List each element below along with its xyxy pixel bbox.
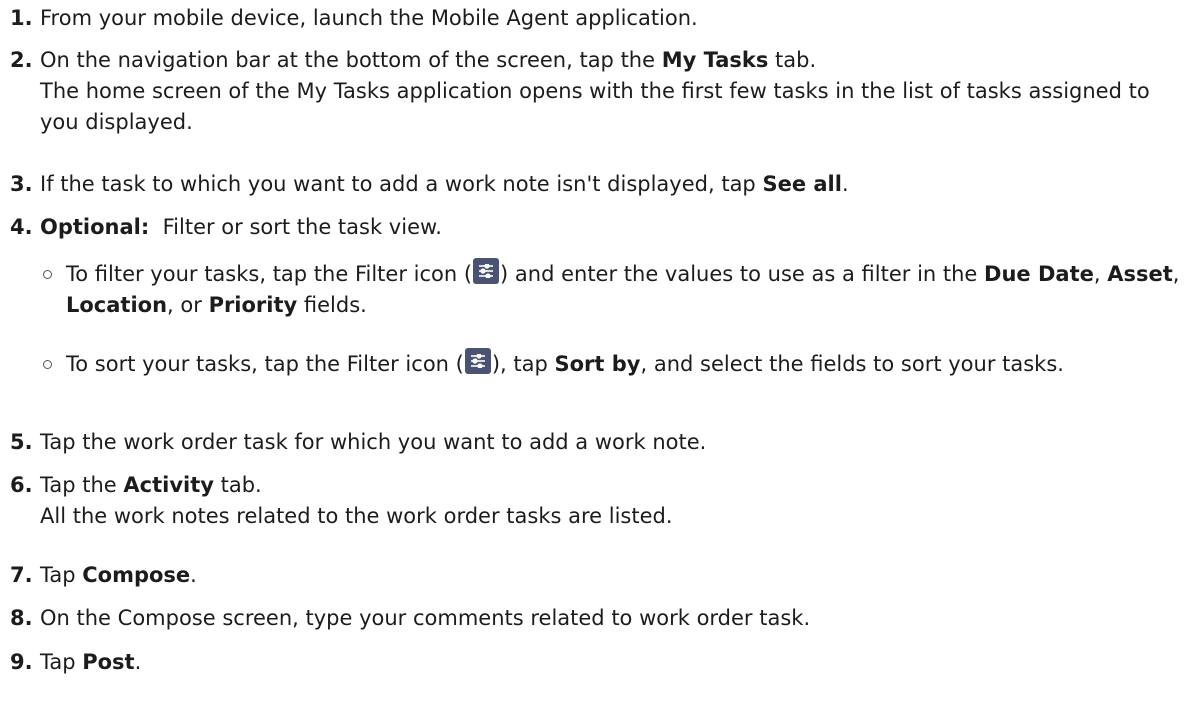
ui-term-my-tasks: My Tasks: [661, 48, 769, 72]
substep-text: To filter your tasks, tap the Filter ico…: [66, 258, 1189, 321]
step-4: 4. Optional: Filter or sort the task vie…: [0, 212, 1189, 243]
filter-icon: [464, 348, 491, 374]
step-number: 6.: [10, 473, 33, 497]
step-result: All the work notes related to the work o…: [40, 504, 673, 528]
step-result: The home screen of the My Tasks applicat…: [40, 79, 1150, 134]
step-text: From your mobile device, launch the Mobi…: [40, 6, 698, 30]
step-number: 2.: [10, 48, 33, 72]
step-text: Tap the work order task for which you wa…: [40, 430, 707, 454]
ui-term-post: Post: [82, 650, 135, 674]
step-text: If the task to which you want to add a w…: [40, 172, 849, 196]
ui-term-activity: Activity: [123, 473, 214, 497]
step-number: 7.: [10, 563, 33, 587]
step-1: 1. From your mobile device, launch the M…: [0, 3, 1189, 34]
step-6: 6. Tap the Activity tab. All the work no…: [0, 470, 1189, 532]
step-text: Tap Post.: [40, 650, 142, 674]
substep-filter: To filter your tasks, tap the Filter ico…: [0, 258, 1189, 321]
step-number: 1.: [10, 6, 33, 30]
step-text: Tap Compose.: [40, 563, 197, 587]
step-number: 9.: [10, 650, 33, 674]
optional-label: Optional:: [40, 215, 150, 239]
step-text: On the navigation bar at the bottom of t…: [40, 48, 817, 72]
ui-term-compose: Compose: [82, 563, 191, 587]
bullet-icon: [43, 360, 52, 369]
step-3: 3. If the task to which you want to add …: [0, 169, 1189, 200]
step-text: Tap the Activity tab.: [40, 473, 262, 497]
step-number: 4.: [10, 215, 33, 239]
step-text: Optional: Filter or sort the task view.: [40, 215, 442, 239]
filter-icon: [473, 258, 500, 284]
step-number: 5.: [10, 430, 33, 454]
step-2: 2. On the navigation bar at the bottom o…: [0, 45, 1189, 138]
substep-text: To sort your tasks, tap the Filter icon …: [66, 348, 1189, 380]
step-number: 3.: [10, 172, 33, 196]
step-5: 5. Tap the work order task for which you…: [0, 427, 1189, 458]
step-7: 7. Tap Compose.: [0, 560, 1189, 591]
ui-term-see-all: See all: [762, 172, 842, 196]
procedure-steps: 1. From your mobile device, launch the M…: [0, 0, 1197, 709]
step-9: 9. Tap Post.: [0, 647, 1189, 678]
substep-sort: To sort your tasks, tap the Filter icon …: [0, 348, 1189, 380]
step-number: 8.: [10, 606, 33, 630]
step-text: On the Compose screen, type your comment…: [40, 606, 811, 630]
bullet-icon: [43, 270, 52, 279]
step-8: 8. On the Compose screen, type your comm…: [0, 603, 1189, 634]
